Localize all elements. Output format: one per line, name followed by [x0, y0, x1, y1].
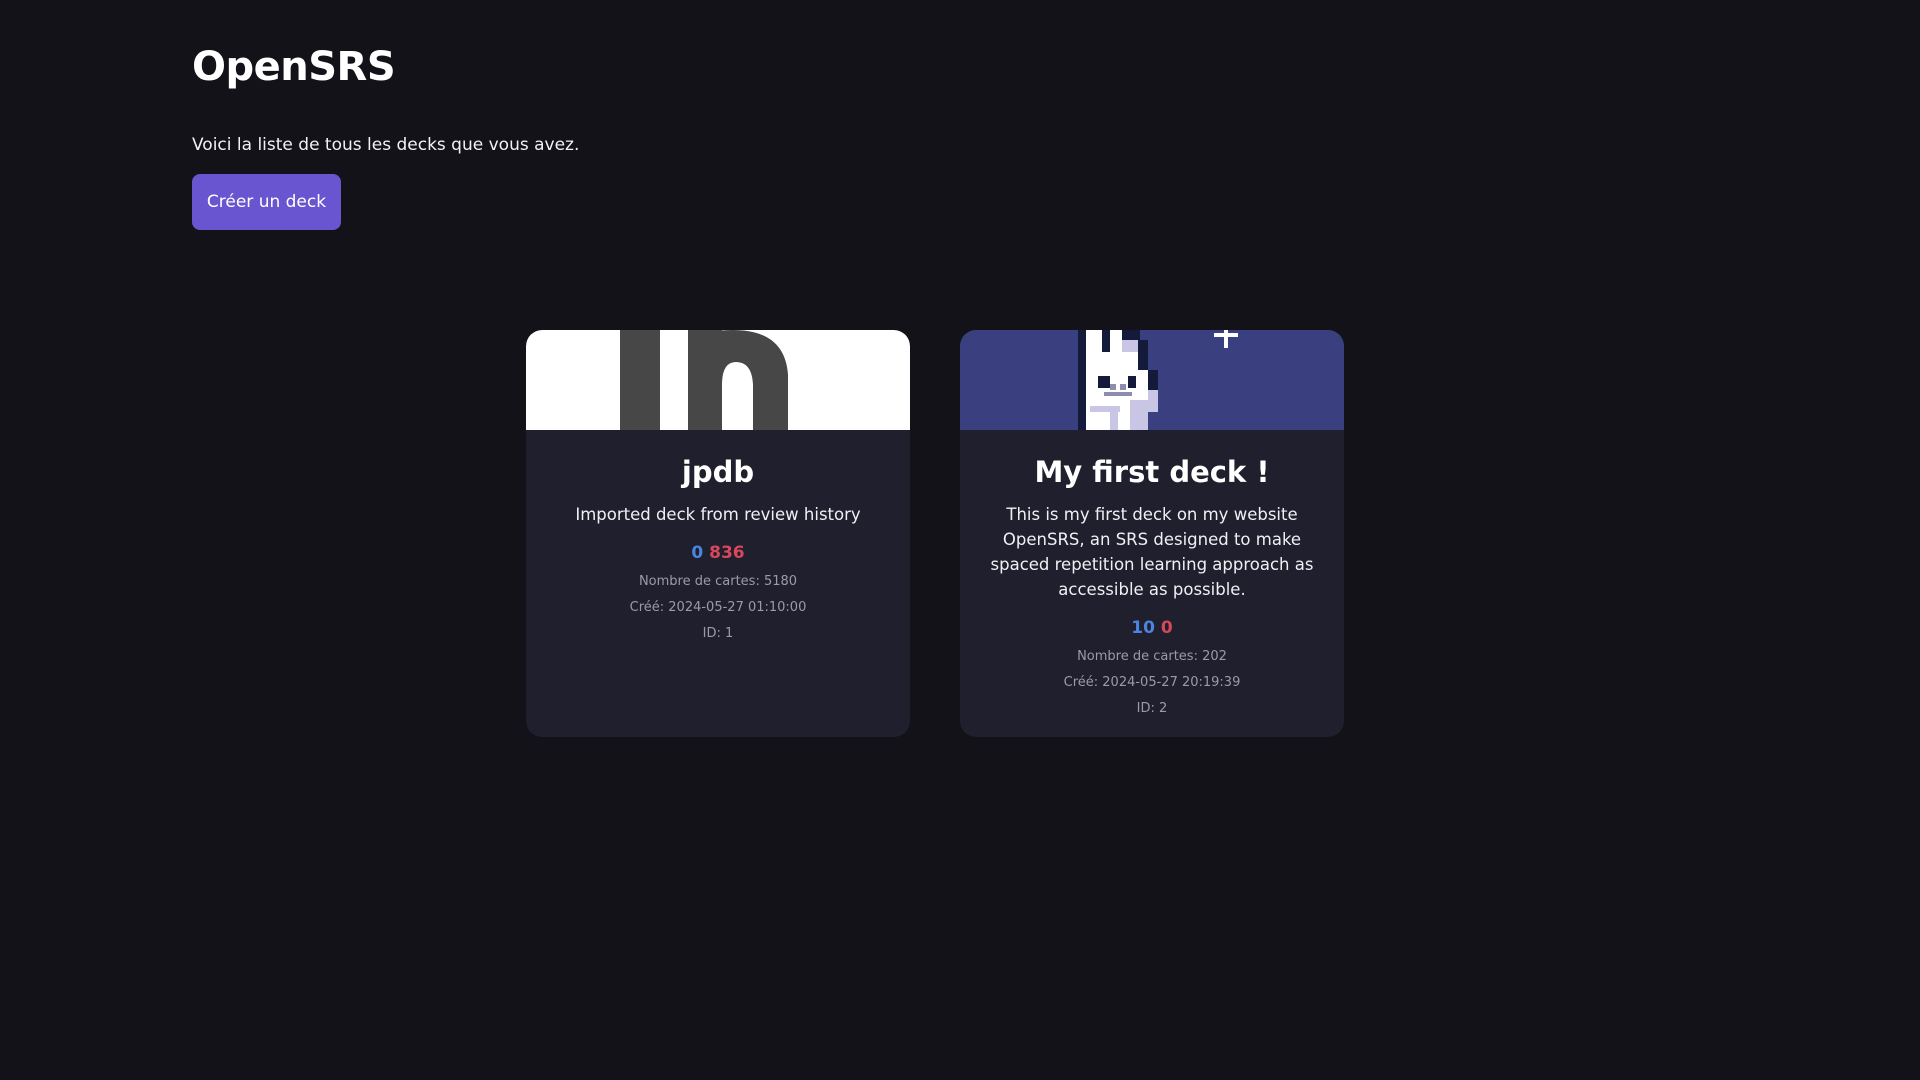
- deck-id: ID: 2: [1136, 701, 1168, 716]
- deck-banner-image: [526, 330, 910, 430]
- deck-title: jpdb: [681, 455, 755, 489]
- page: OpenSRS Voici la liste de tous les decks…: [0, 0, 1920, 1080]
- deck-created-date: Créé: 2024-05-27 01:10:00: [629, 600, 807, 615]
- deck-meta: Nombre de cartes: 202 Créé: 2024-05-27 2…: [988, 644, 1316, 722]
- deck-id: ID: 1: [702, 626, 734, 641]
- deck-card-jpdb[interactable]: jpdb Imported deck from review history 0…: [526, 330, 910, 737]
- deck-title: My first deck !: [1034, 455, 1270, 489]
- create-deck-button[interactable]: Créer un deck: [192, 174, 341, 230]
- deck-meta: Nombre de cartes: 5180 Créé: 2024-05-27 …: [554, 569, 882, 647]
- deck-body: jpdb Imported deck from review history 0…: [526, 452, 910, 647]
- jpdb-logo-icon: [620, 330, 788, 430]
- deck-card-count: Nombre de cartes: 5180: [638, 574, 798, 589]
- deck-description: This is my first deck on my website Open…: [990, 505, 1314, 599]
- deck-created-date: Créé: 2024-05-27 20:19:39: [1063, 675, 1241, 690]
- deck-card-count: Nombre de cartes: 202: [1077, 649, 1227, 664]
- deck-counts: 10 0: [988, 616, 1316, 640]
- pixel-bunny-icon: [1078, 330, 1238, 430]
- deck-description: Imported deck from review history: [575, 505, 861, 524]
- due-count: 0: [1160, 618, 1173, 638]
- due-count: 836: [709, 543, 745, 563]
- intro-text: Voici la liste de tous les decks que vou…: [192, 135, 580, 155]
- deck-body: My first deck ! This is my first deck on…: [960, 452, 1344, 722]
- page-title: OpenSRS: [192, 44, 396, 90]
- deck-list: jpdb Imported deck from review history 0…: [526, 330, 1344, 737]
- deck-card-my-first-deck[interactable]: My first deck ! This is my first deck on…: [960, 330, 1344, 737]
- new-count: 10: [1131, 618, 1155, 638]
- deck-banner-image: [960, 330, 1344, 430]
- deck-counts: 0 836: [554, 541, 882, 565]
- new-count: 0: [691, 543, 704, 563]
